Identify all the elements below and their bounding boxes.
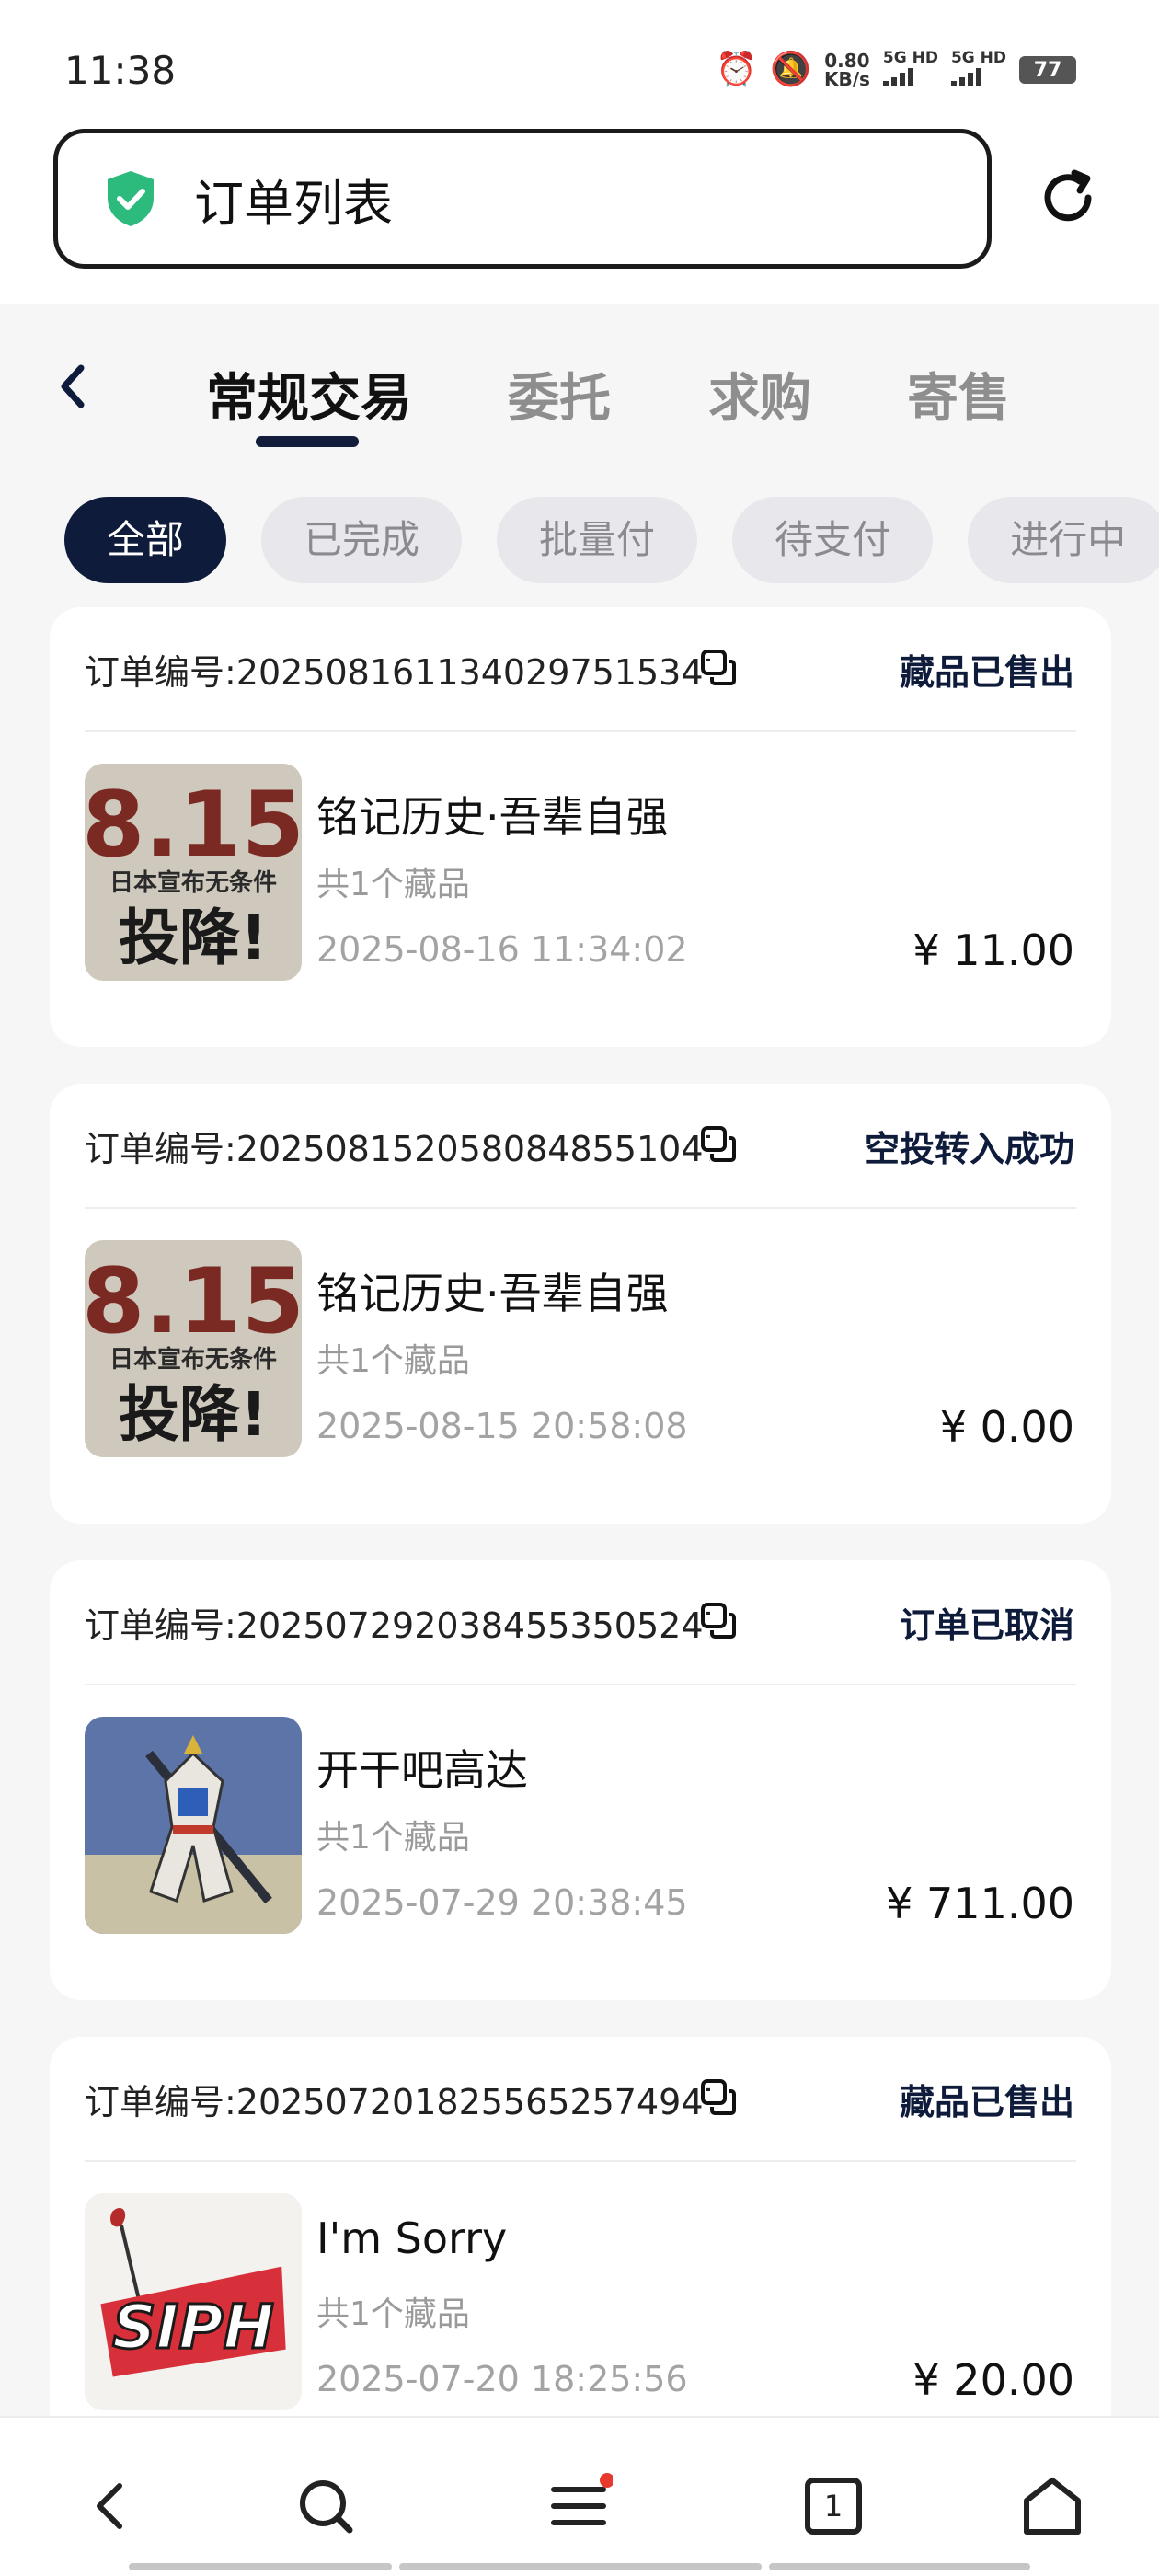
back-chevron-icon[interactable] xyxy=(53,359,90,414)
item-count: 共1个藏品 xyxy=(316,1819,470,1857)
filter-all[interactable]: 全部 xyxy=(64,497,227,583)
item-name: I'm Sorry xyxy=(316,2214,508,2263)
order-status: 藏品已售出 xyxy=(899,652,1074,693)
thumb-sorry-text: SIPH xyxy=(112,2292,274,2363)
order-card[interactable]: 订单编号:2025081611340297515347… 藏品已售出 8.15 … xyxy=(50,607,1111,1047)
item-count: 共1个藏品 xyxy=(316,2295,470,2333)
tabs-count: 1 xyxy=(823,2489,843,2524)
search-icon[interactable] xyxy=(293,2473,359,2539)
back-icon[interactable] xyxy=(77,2473,143,2539)
status-icons: ⏰ 🔕 0.80 KB/s 5G HD 5G HD 77 xyxy=(716,50,1076,90)
item-thumbnail-815: 8.15 日本宣布无条件 投降! xyxy=(85,764,302,981)
speed-value: 0.80 xyxy=(824,50,870,72)
copy-icon[interactable] xyxy=(699,2077,738,2116)
item-name: 开干吧高达 xyxy=(316,1745,528,1795)
order-status: 空投转入成功 xyxy=(864,1129,1074,1169)
thumb-bottom: 投降! xyxy=(119,1379,268,1450)
tab-bar: 常规交易 委托 求购 寄售 xyxy=(0,304,1159,469)
tabs-icon[interactable]: 1 xyxy=(800,2473,866,2539)
copy-icon[interactable] xyxy=(699,1124,738,1163)
tab-purchase-request[interactable]: 求购 xyxy=(708,357,811,431)
divider xyxy=(85,2160,1076,2162)
thumb-bottom: 投降! xyxy=(119,903,268,973)
filter-completed[interactable]: 已完成 xyxy=(261,497,463,583)
mute-icon: 🔕 xyxy=(770,51,811,88)
order-number: 订单编号:2025081520580848551047… xyxy=(85,1129,710,1169)
order-status: 订单已取消 xyxy=(899,1605,1074,1646)
order-date: 2025-07-29 20:38:45 xyxy=(316,1882,688,1923)
network-speed: 0.80 KB/s xyxy=(824,52,870,88)
signal-sim2: 5G HD xyxy=(950,49,1006,90)
order-number: 订单编号:2025072920384553505247… xyxy=(85,1605,710,1646)
menu-icon[interactable] xyxy=(546,2473,613,2539)
thumb-big-number: 8.15 xyxy=(85,1249,302,1354)
thumb-line: 日本宣布无条件 xyxy=(109,1345,277,1374)
sim2-label: 5G HD xyxy=(950,49,1006,67)
item-count: 共1个藏品 xyxy=(316,1342,470,1380)
sim1-label: 5G HD xyxy=(882,49,938,67)
bottom-nav: 1 xyxy=(0,2416,1159,2576)
tab-regular-trade[interactable]: 常规交易 xyxy=(206,357,412,431)
order-date: 2025-08-16 11:34:02 xyxy=(316,929,688,970)
signal-sim1: 5G HD xyxy=(882,49,938,90)
item-name: 铭记历史·吾辈自强 xyxy=(316,1269,669,1318)
order-card[interactable]: 订单编号:2025081520580848551047… 空投转入成功 8.15… xyxy=(50,1084,1111,1524)
item-thumbnail-gundam xyxy=(85,1717,302,1934)
order-price: ¥ 11.00 xyxy=(912,926,1074,975)
order-price: ¥ 0.00 xyxy=(939,1402,1074,1452)
copy-icon[interactable] xyxy=(699,648,738,686)
thumb-big-number: 8.15 xyxy=(85,773,302,878)
item-name: 铭记历史·吾辈自强 xyxy=(316,792,669,842)
status-time: 11:38 xyxy=(64,48,177,93)
top-area: 11:38 ⏰ 🔕 0.80 KB/s 5G HD 5G HD 77 订单列表 xyxy=(0,0,1159,304)
gesture-handle xyxy=(399,2563,762,2570)
order-date: 2025-07-20 18:25:56 xyxy=(316,2359,688,2399)
order-date: 2025-08-15 20:58:08 xyxy=(316,1406,688,1446)
battery-indicator: 77 xyxy=(1019,56,1076,84)
order-card[interactable]: 订单编号:2025072018255652574947… 藏品已售出 SIPH … xyxy=(50,2037,1111,2477)
divider xyxy=(85,1684,1076,1685)
filter-in-progress[interactable]: 进行中 xyxy=(968,497,1159,583)
alarm-icon: ⏰ xyxy=(716,51,758,88)
order-price: ¥ 711.00 xyxy=(886,1879,1074,1928)
copy-icon[interactable] xyxy=(699,1601,738,1639)
gesture-handle xyxy=(769,2563,1030,2570)
tab-consignment[interactable]: 寄售 xyxy=(907,357,1010,431)
notification-dot xyxy=(600,2473,613,2488)
shield-icon xyxy=(108,171,154,226)
item-count: 共1个藏品 xyxy=(316,866,470,903)
order-status: 藏品已售出 xyxy=(899,2082,1074,2122)
divider xyxy=(85,730,1076,732)
item-thumbnail-sorry: SIPH xyxy=(85,2193,302,2410)
home-icon[interactable] xyxy=(1019,2473,1085,2539)
tab-entrust[interactable]: 委托 xyxy=(508,357,611,431)
order-number: 订单编号:2025072018255652574947… xyxy=(85,2082,710,2122)
address-bar[interactable]: 订单列表 xyxy=(53,129,992,269)
gesture-handle xyxy=(129,2563,392,2570)
filter-chips: 全部 已完成 批量付 待支付 进行中 xyxy=(64,497,1159,583)
order-card[interactable]: 订单编号:2025072920384553505247… 订单已取消 开干吧高达… xyxy=(50,1560,1111,2000)
order-number: 订单编号:2025081611340297515347… xyxy=(85,652,710,693)
signal-bars-icon xyxy=(950,66,981,86)
refresh-icon[interactable] xyxy=(1038,167,1098,228)
divider xyxy=(85,1207,1076,1209)
address-title: 订单列表 xyxy=(194,174,393,233)
filter-pending-payment[interactable]: 待支付 xyxy=(732,497,934,583)
item-thumbnail-815: 8.15 日本宣布无条件 投降! xyxy=(85,1240,302,1457)
order-price: ¥ 20.00 xyxy=(912,2355,1074,2405)
filter-batch-pay[interactable]: 批量付 xyxy=(497,497,698,583)
signal-bars-icon xyxy=(882,66,913,86)
speed-unit: KB/s xyxy=(823,68,870,90)
active-tab-indicator xyxy=(256,436,359,447)
thumb-line: 日本宣布无条件 xyxy=(109,868,277,897)
